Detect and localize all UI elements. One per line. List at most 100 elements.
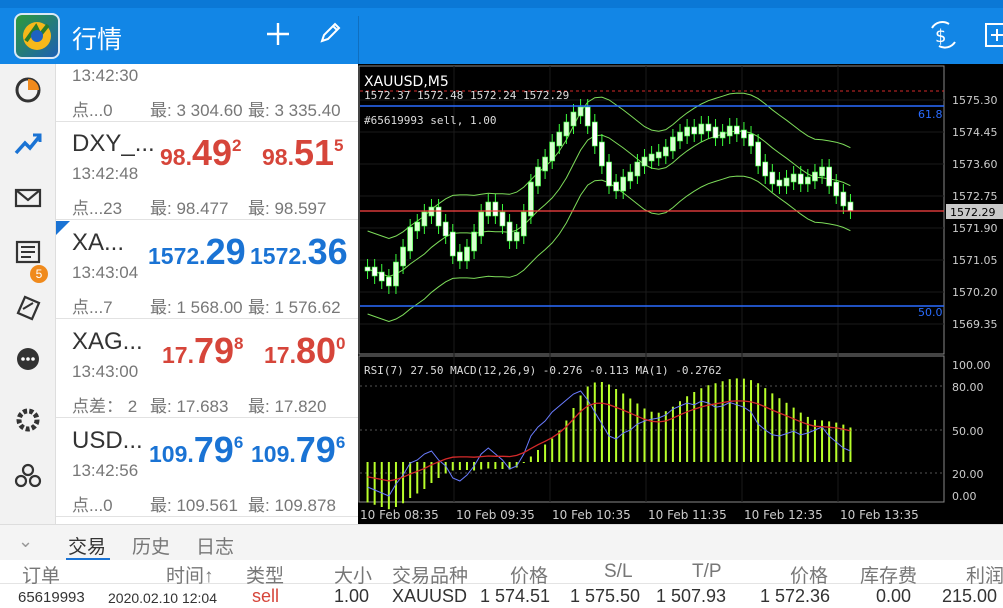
candle-body [833, 181, 840, 197]
order-open-price: 1 574.51 [480, 586, 551, 606]
pencil-icon[interactable] [314, 20, 346, 52]
quote-row[interactable]: XAG... 13:43:00 点差： 2 最: 17.683 最: 17.82… [56, 320, 358, 418]
level-lines [360, 105, 944, 307]
bid-price[interactable]: 98.492 [160, 132, 242, 174]
candle-body [435, 206, 442, 227]
indicator-tick: 0.00 [952, 490, 977, 503]
terminal-tabs: ⌄ 交易 历史 日志 [0, 524, 1003, 561]
quote-row[interactable]: DXY_... 13:42:48 点...23 最: 98.477 最: 98.… [56, 122, 358, 220]
price-chart[interactable]: XAUUSD,M5 1572.37 1572.48 1572.24 1572.2… [358, 64, 1003, 524]
order-symbol: XAUUSD [392, 586, 468, 606]
candle-body [464, 246, 470, 262]
sidebar: 5 [0, 64, 56, 524]
chevron-down-icon[interactable]: ⌄ [18, 531, 33, 552]
chart-symbol-title: XAUUSD,M5 [364, 74, 449, 90]
ask-price[interactable]: 17.800 [264, 330, 346, 372]
level-label-top: 61.8 [918, 108, 943, 121]
ask-price[interactable]: 1572.36 [250, 231, 348, 273]
quote-spread: 点...0 [72, 101, 113, 120]
quote-row[interactable]: USD... 13:42:56 点...0 最: 109.561 最: 109.… [56, 419, 358, 517]
app-logo-icon[interactable] [14, 13, 60, 59]
col-swap[interactable]: 库存费 [860, 561, 917, 588]
chart-canvas[interactable]: XAUUSD,M5 1572.37 1572.48 1572.24 1572.2… [358, 64, 1003, 524]
news-icon[interactable] [10, 234, 46, 270]
col-price[interactable]: 价格 [510, 561, 548, 588]
order-row[interactable]: 65619993 2020.02.10 12:04 sell 1.00 XAUU… [0, 585, 1003, 608]
order-time: 2020.02.10 12:04 [108, 590, 217, 606]
col-tp[interactable]: T/P [692, 561, 722, 583]
candle-body [691, 126, 698, 135]
time-axis: 10 Feb 08:35 10 Feb 09:35 10 Feb 10:35 1… [360, 508, 919, 522]
price-tick: 1573.60 [952, 158, 998, 171]
quote-high: 最: 98.597 [248, 199, 327, 218]
candle-body [812, 171, 818, 182]
plus-icon[interactable] [262, 20, 294, 52]
tab-trade[interactable]: 交易 [68, 532, 106, 559]
symbol-change-icon[interactable]: $ [928, 20, 960, 52]
order-ticket: 65619993 [18, 589, 85, 606]
candle-body [613, 181, 619, 192]
col-type[interactable]: 类型 [246, 561, 284, 588]
time-tick: 10 Feb 08:35 [360, 508, 439, 522]
mail-icon[interactable] [10, 180, 46, 216]
candle-body [421, 211, 428, 227]
quote-low: 最: 17.683 [150, 397, 229, 416]
quote-time: 13:42:56 [72, 461, 139, 480]
candle-body [492, 201, 499, 217]
ask-price[interactable]: 109.796 [251, 429, 345, 471]
candle-body [741, 129, 747, 139]
tab-journal[interactable]: 日志 [196, 532, 234, 559]
candle-body [570, 111, 577, 127]
col-time[interactable]: 时间↑ [166, 561, 214, 588]
candle-body [797, 173, 804, 185]
chart-ohlc: 1572.37 1572.48 1572.24 1572.29 [364, 89, 569, 102]
chat-icon[interactable] [10, 342, 46, 378]
quote-row-selected[interactable]: XA... 13:43:04 点...7 最: 1 568.00 最: 1 57… [56, 221, 358, 319]
order-profit: 215.00 [942, 586, 998, 606]
col-symbol[interactable]: 交易品种 [392, 561, 468, 588]
col-size[interactable]: 大小 [334, 561, 372, 588]
quote-time: 13:43:04 [72, 263, 139, 282]
bid-price[interactable]: 109.796 [149, 429, 243, 471]
bid-price[interactable]: 1572.29 [148, 231, 246, 273]
order-label: #65619993 sell, 1.00 [364, 114, 496, 127]
quote-high: 最: 3 335.40 [248, 101, 341, 120]
quotes-icon[interactable] [10, 72, 46, 108]
time-tick: 10 Feb 11:35 [648, 508, 727, 522]
community-icon[interactable] [10, 458, 46, 494]
col-order[interactable]: 订单 [22, 561, 60, 588]
ask-price[interactable]: 98.515 [262, 132, 344, 174]
candle-body [698, 123, 705, 135]
candle-body [840, 191, 847, 207]
time-tick: 10 Feb 09:35 [456, 508, 535, 522]
candle-body [705, 123, 712, 132]
order-swap: 0.00 [876, 586, 912, 606]
page-title: 行情 [72, 25, 123, 54]
chart-icon[interactable] [10, 126, 46, 162]
candle-body [620, 176, 627, 192]
app-root: 行情 $ 5 13:42:30 点...0 最: 3 304.60 最: 3 3… [0, 0, 1003, 608]
candle-body [655, 151, 662, 159]
candle-body [499, 211, 506, 227]
candle-body [364, 266, 371, 272]
candle-body [606, 161, 612, 187]
bid-price[interactable]: 17.798 [162, 330, 244, 372]
new-order-icon[interactable] [982, 20, 1003, 52]
indicator-axis: 100.00 80.00 50.00 20.00 0.00 [952, 359, 991, 503]
candle-body [769, 171, 776, 185]
quote-row[interactable]: 13:42:30 点...0 最: 3 304.60 最: 3 335.40 [56, 64, 358, 122]
candle-body [471, 231, 477, 252]
tab-history[interactable]: 历史 [132, 532, 170, 559]
candle-body [442, 221, 449, 237]
candle-body [712, 126, 719, 139]
candle-body [762, 161, 769, 177]
price-tick: 1575.30 [952, 94, 998, 107]
settings-icon[interactable] [10, 402, 46, 438]
col-current-price[interactable]: 价格 [790, 561, 828, 588]
indicator-tick: 50.00 [952, 425, 984, 438]
col-sl[interactable]: S/L [604, 561, 633, 583]
col-profit[interactable]: 利润 [966, 561, 1003, 588]
candle-body [457, 251, 463, 262]
quote-symbol: DXY_... [72, 130, 155, 157]
trade-icon[interactable] [10, 288, 46, 324]
